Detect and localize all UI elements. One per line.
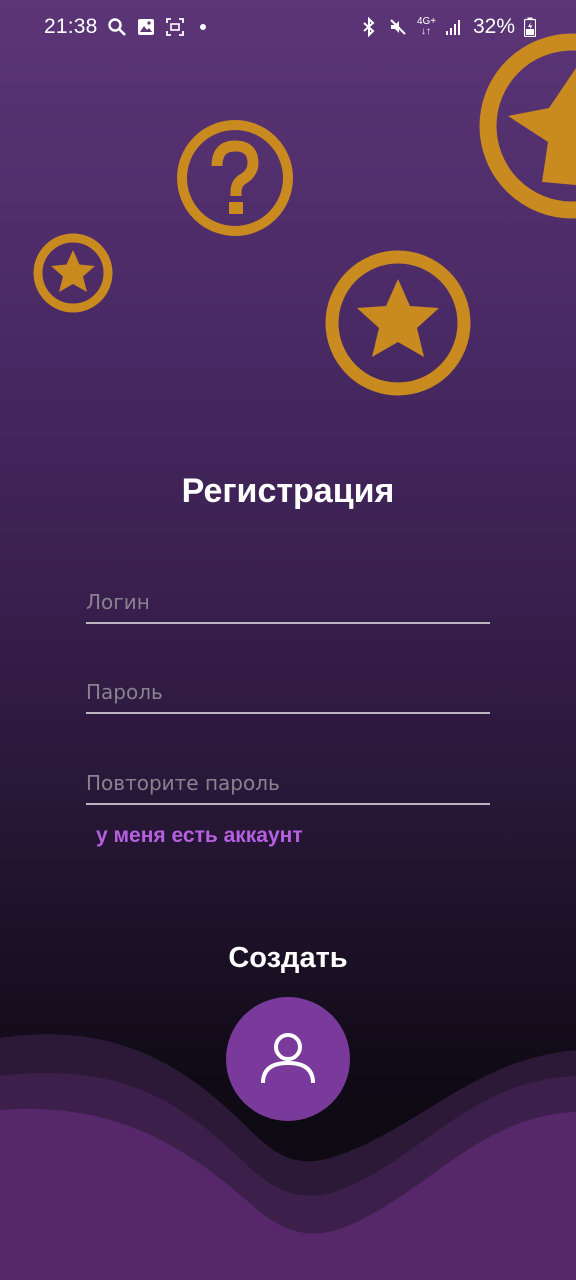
question-medal-icon bbox=[177, 120, 293, 236]
repeat-password-field[interactable] bbox=[86, 757, 490, 805]
network-type-label: 4G+ bbox=[416, 16, 437, 27]
login-input[interactable] bbox=[86, 590, 490, 614]
user-icon bbox=[261, 1033, 315, 1084]
search-icon bbox=[107, 18, 126, 36]
star-medal-icon bbox=[325, 250, 471, 396]
create-account-button[interactable] bbox=[226, 997, 350, 1121]
password-input[interactable] bbox=[86, 680, 490, 704]
create-label: Создать bbox=[228, 942, 348, 974]
login-field[interactable] bbox=[86, 576, 490, 624]
mute-icon bbox=[390, 19, 406, 35]
page-title: Регистрация bbox=[181, 472, 395, 510]
screen-capture-icon bbox=[165, 18, 184, 36]
star-medal-icon bbox=[33, 233, 113, 313]
image-icon bbox=[137, 19, 154, 35]
signal-icon bbox=[445, 20, 460, 35]
repeat-password-input[interactable] bbox=[86, 771, 490, 795]
status-left: 21:38 bbox=[44, 15, 206, 39]
4g-icon: 4G+ ↓↑ bbox=[416, 16, 437, 37]
password-field[interactable] bbox=[86, 666, 490, 714]
bluetooth-icon bbox=[363, 17, 375, 37]
star-medal-icon bbox=[479, 33, 576, 219]
status-time: 21:38 bbox=[44, 15, 98, 38]
notification-dot-icon bbox=[199, 24, 206, 30]
have-account-link[interactable]: у меня есть аккаунт bbox=[96, 824, 303, 848]
